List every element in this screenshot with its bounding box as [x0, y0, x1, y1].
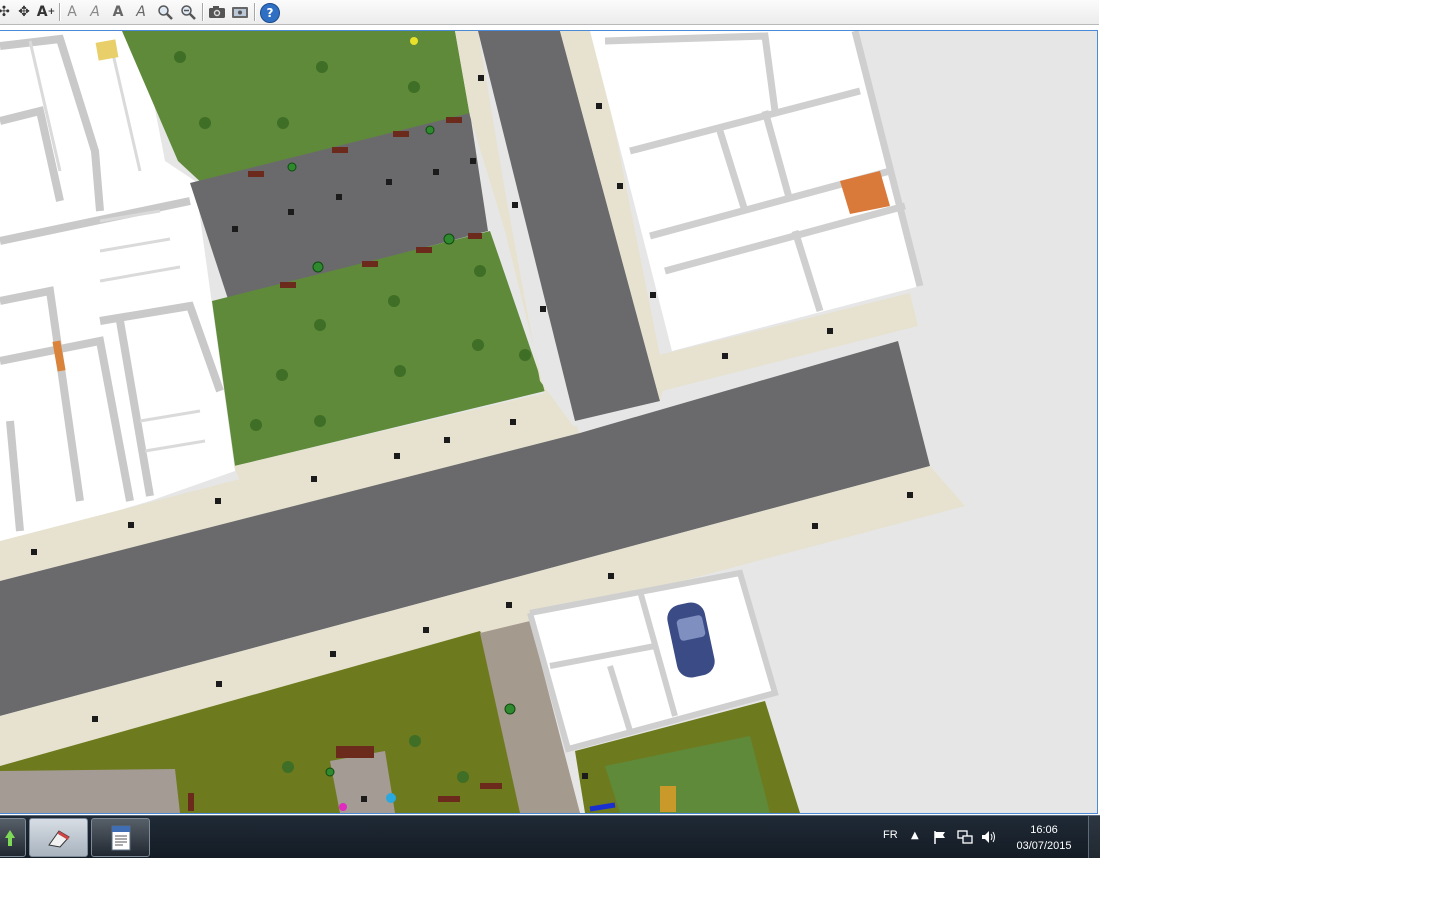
text-bold-icon[interactable]: A — [108, 2, 128, 22]
move-icon[interactable]: ✣ — [0, 2, 14, 22]
paved-square — [330, 751, 395, 813]
toolbar-separator — [254, 3, 256, 21]
text-style-icon[interactable]: A — [62, 2, 82, 22]
sweet-home-3d-task[interactable] — [29, 818, 88, 857]
show-hidden-icons-icon[interactable]: ▲ — [911, 830, 919, 841]
text-italic-icon[interactable]: A — [85, 2, 105, 22]
add-text-icon[interactable]: A + — [36, 2, 56, 22]
help-icon[interactable]: ? — [260, 3, 280, 23]
clock-date: 03/07/2015 — [1016, 840, 1072, 852]
action-center-flag-icon[interactable] — [933, 830, 947, 847]
odf-document-task[interactable] — [91, 818, 150, 857]
clock-time: 16:06 — [1030, 824, 1058, 836]
show-desktop-button[interactable] — [1088, 816, 1100, 858]
toolbar: ✣ ✥ A + A A A A ? — [0, 0, 1099, 25]
zoom-out-icon[interactable] — [178, 2, 198, 22]
playground — [660, 786, 676, 812]
toolbar-separator — [202, 3, 204, 21]
aerial-scene — [0, 31, 1097, 813]
sweet-home-3d-icon — [47, 829, 70, 848]
text-rotate-icon[interactable]: A — [131, 2, 151, 22]
start-button[interactable] — [0, 818, 26, 857]
odf-document-icon — [111, 825, 130, 850]
video-icon[interactable] — [230, 2, 250, 22]
navigate-icon[interactable]: ✥ — [14, 2, 34, 22]
network-icon[interactable] — [957, 830, 973, 847]
language-indicator[interactable]: FR — [883, 829, 898, 841]
3d-view[interactable] — [0, 30, 1098, 814]
photo-camera-icon[interactable] — [207, 2, 227, 22]
paved-plaza — [0, 769, 180, 813]
yellow-furniture — [95, 39, 119, 61]
toolbar-separator — [59, 3, 61, 21]
volume-icon[interactable] — [981, 830, 997, 847]
zoom-in-icon[interactable] — [155, 2, 175, 22]
system-clock[interactable]: 16:06 03/07/2015 — [1004, 822, 1084, 854]
sweet-home-3d-window: ✣ ✥ A + A A A A ? FR ▲ 16:06 03/07/2015 — [0, 0, 1100, 858]
windows-taskbar: FR ▲ 16:06 03/07/2015 — [0, 815, 1100, 858]
